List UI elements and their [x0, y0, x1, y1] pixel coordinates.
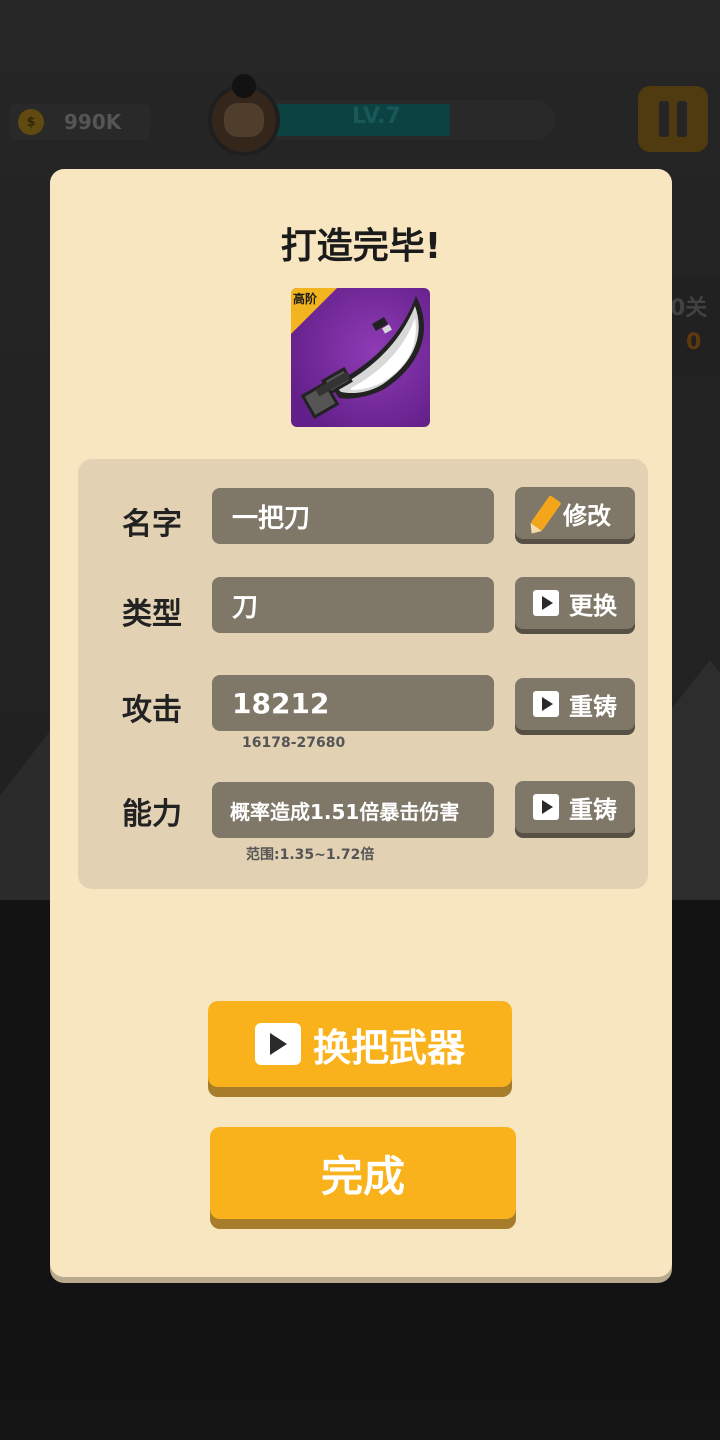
change-type-button[interactable]: 更换 — [515, 577, 635, 629]
rename-button[interactable]: 修改 — [515, 487, 635, 539]
name-label: 名字 — [122, 507, 182, 542]
name-field: 一把刀 — [212, 488, 494, 544]
weapon-preview: 高阶 — [291, 288, 430, 427]
tier-label: 高阶 — [293, 292, 318, 306]
name-value: 一把刀 — [232, 503, 311, 534]
attack-label: 攻击 — [122, 693, 182, 728]
done-button-label: 完成 — [320, 1151, 405, 1201]
ability-label: 能力 — [122, 797, 182, 832]
pencil-icon — [530, 495, 562, 531]
forge-complete-dialog: 打造完毕! 高阶 名字 一把刀 修改 类型 刀 更换 攻击 18212 1617… — [50, 169, 672, 1277]
attack-range: 16178-27680 — [242, 735, 346, 751]
swap-weapon-button[interactable]: 换把武器 — [208, 1001, 512, 1087]
attack-field: 18212 — [212, 675, 494, 731]
weapon-info-panel: 名字 一把刀 修改 类型 刀 更换 攻击 18212 16178-27680 重… — [78, 459, 648, 889]
video-play-icon — [533, 794, 559, 820]
video-play-icon — [254, 1023, 301, 1065]
type-value: 刀 — [232, 592, 259, 623]
reforge-ability-button-label: 重铸 — [569, 795, 617, 824]
video-play-icon — [533, 691, 559, 717]
change-type-button-label: 更换 — [569, 591, 617, 620]
ability-field: 概率造成1.51倍暴击伤害 — [212, 782, 494, 838]
reforge-attack-button-label: 重铸 — [569, 692, 617, 721]
ability-value: 概率造成1.51倍暴击伤害 — [230, 799, 460, 824]
reforge-ability-button[interactable]: 重铸 — [515, 781, 635, 833]
type-field: 刀 — [212, 577, 494, 633]
reforge-attack-button[interactable]: 重铸 — [515, 678, 635, 730]
type-label: 类型 — [122, 597, 182, 632]
done-button[interactable]: 完成 — [210, 1127, 516, 1219]
attack-value: 18212 — [232, 686, 330, 720]
video-play-icon — [533, 590, 559, 616]
dialog-title: 打造完毕! — [280, 226, 442, 267]
swap-weapon-button-label: 换把武器 — [312, 1025, 465, 1070]
ability-range: 范围:1.35~1.72倍 — [246, 847, 375, 863]
rename-button-label: 修改 — [563, 501, 611, 530]
